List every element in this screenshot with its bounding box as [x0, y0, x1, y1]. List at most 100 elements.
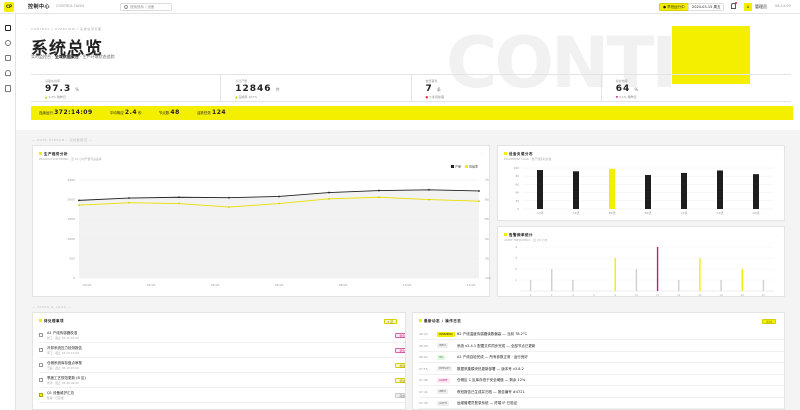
task-item[interactable]: 仓储系统库存盘点审核 王磊 · 截止 03-15 15:00 普通 — [39, 360, 405, 373]
log-text: 系统 v2.4.1 配置文件同步完成 — 全部节点已更新 — [457, 343, 536, 348]
stat-label: 告警事件 — [425, 79, 438, 83]
section-label-stream: — DATA STREAM · 实时数据流 — — [32, 138, 93, 142]
tasks-card: 待处理事项 5 项 A1 产线传感器校准 张工 · 截止 03-15 10:00 紧… — [32, 312, 406, 410]
user-name[interactable]: 管理员 — [755, 4, 767, 10]
task-meta: 王磊 · 截止 03-15 15:00 — [47, 366, 79, 370]
task-item[interactable]: A1 产线传感器校准 张工 · 截止 03-15 10:00 紧急 — [39, 330, 405, 343]
log-text: 数据采集模块热更新部署 — 版本号 v3.8.2 — [457, 366, 524, 371]
document-icon[interactable] — [5, 85, 11, 92]
task-item[interactable]: 冷却系统压力检测报告 李工 · 截止 03-15 12:00 紧急 — [39, 345, 405, 358]
avatar[interactable]: A — [744, 3, 752, 11]
card-title: 最新动态 / 操作日志 — [419, 319, 461, 324]
y-tick-label: 80 — [515, 174, 519, 178]
log-entry[interactable]: 08:02 OK A1 产线自检完成 — 所有参数正常 · 运行良好 — [419, 352, 784, 363]
data-point — [178, 196, 180, 199]
log-text: A1 产线自检完成 — 所有参数正常 · 运行良好 — [457, 355, 528, 359]
task-checkbox[interactable] — [39, 393, 43, 397]
spike-bar — [678, 280, 680, 291]
task-meta: 陈静 · 已完成 — [47, 396, 64, 400]
x-tick-label: D1线 — [753, 211, 760, 215]
y-tick-label: 3 — [515, 256, 517, 260]
x-tick-label: 6 — [593, 293, 595, 297]
x-tick-label: 4 — [572, 293, 574, 297]
shift-status-chip[interactable]: ● 早班运行中 — [659, 3, 689, 11]
y-tick-label: 2500 — [67, 178, 75, 182]
y-tick-label: 20 — [515, 199, 519, 203]
log-level-tag: AUTH — [437, 400, 449, 406]
log-time: 07:55 — [419, 366, 428, 371]
stat-card[interactable]: 综合效率 64 % ▼ 2.1% 较昨日 — [602, 75, 791, 101]
log-level-tag: INFO — [437, 389, 448, 394]
equipment-load-card: 设备负载分布 EQUIPMENT LOAD · 各产线实时负载 ··· 0 20 4… — [497, 145, 785, 221]
data-point — [478, 190, 480, 192]
log-text: 夜班报告已生成并归档 — 报告编号 #4721 — [457, 389, 525, 394]
data-point — [428, 198, 430, 201]
stat-card[interactable]: 告警事件 7 条 ● 3 条待处理 — [412, 75, 602, 101]
log-entry[interactable]: 07:30 AUTH 运维管理员登录系统 — 终端 IP 已验证 — [419, 398, 784, 409]
activity-icon[interactable] — [5, 40, 11, 46]
stats-row: 设备在线率 97.3 % ▲ 1.2% 较昨日 今日产量 12846 件 ▲ 完… — [31, 74, 791, 102]
y2-tick-label: 95 — [485, 256, 489, 260]
log-time: 07:30 — [419, 401, 428, 405]
dashboard-icon[interactable] — [5, 25, 11, 31]
data-point — [278, 202, 280, 205]
y-tick-label: 1500 — [67, 217, 75, 221]
stat-label: 今日产量 — [235, 79, 248, 83]
data-point — [78, 199, 80, 202]
x-tick-label: 20 — [741, 293, 745, 297]
x-tick-label: 04:00 — [211, 283, 220, 287]
x-tick-label: 22 — [762, 293, 766, 297]
log-entry[interactable]: 08:09 INFO 系统 v2.4.1 配置文件同步完成 — 全部节点已更新 — [419, 341, 784, 352]
summary-tasks: 活跃任务 124 — [196, 109, 227, 116]
spike-bar — [614, 258, 616, 291]
spike-bar — [762, 280, 765, 291]
x-tick-label: C2线 — [717, 211, 724, 215]
summary-strip: 连续运行 372:14:09 平均响应 2.4 秒 节点数 48 活跃任务 12… — [31, 106, 793, 120]
log-time: 08:02 — [419, 355, 428, 359]
log-entry[interactable]: 07:48 ALERT 仓储区 C 区库存低于安全阈值 — 剩余 12% — [419, 375, 784, 386]
y-tick-label: 1000 — [67, 237, 75, 241]
bar-chart: 0 20 40 60 80 100 A1线 A2线 B1线 B2线 C1线 C2线 D1线 — [514, 166, 774, 215]
hero-panel: CONTI CONTROL / OVERVIEW / 系统总览页面 系统总览 实… — [16, 14, 800, 130]
y2-tick-label: 75 — [485, 178, 489, 182]
task-checkbox[interactable] — [39, 378, 43, 382]
x-tick-label: 02:00 — [147, 283, 156, 287]
log-entry[interactable]: 08:14 WARNING B2 产线温度传感器读数偏高 — 当前 78.2°C — [419, 329, 784, 340]
x-tick-label: 0 — [530, 293, 532, 297]
data-point — [328, 197, 330, 200]
log-entry[interactable]: 07:41 INFO 夜班报告已生成并归档 — 报告编号 #4721 — [419, 387, 784, 398]
search-placeholder: 搜索指标 / 设备 — [130, 5, 155, 9]
data-point — [328, 191, 330, 194]
task-item[interactable]: 季度工艺规范更新 (B 区) 刘洋 · 截止 03-16 09:00 普通 — [39, 375, 405, 388]
spike-bar — [720, 280, 722, 291]
date-chip[interactable]: 2024-03-15 周五 — [688, 3, 725, 11]
app-logo[interactable]: CP — [4, 2, 14, 12]
data-point — [128, 201, 130, 204]
task-checkbox[interactable] — [39, 333, 43, 337]
x-tick-label: 08:00 — [339, 283, 348, 287]
log-text: 仓储区 C 区库存低于安全阈值 — 剩余 12% — [457, 378, 526, 382]
task-priority-tag: 普通 — [395, 378, 405, 383]
stat-card[interactable]: 设备在线率 97.3 % ▲ 1.2% 较昨日 — [31, 75, 222, 101]
log-entry[interactable]: 07:55 DEPLOY 数据采集模块热更新部署 — 版本号 v3.8.2 — [419, 364, 784, 375]
top-bar: CP 控制中心 CONTROL DASH 搜索指标 / 设备 ● 早班运行中 2… — [0, 0, 800, 14]
x-tick-label: A2线 — [573, 211, 580, 215]
x-tick-label: 06:00 — [275, 283, 284, 287]
y2-tick-label: 80 — [485, 198, 489, 202]
task-checkbox[interactable] — [39, 363, 43, 367]
search-input[interactable]: 搜索指标 / 设备 — [120, 3, 172, 11]
sidebar — [0, 14, 16, 410]
data-point — [178, 202, 180, 205]
x-tick-label: B2线 — [645, 211, 652, 215]
x-tick-label: 14 — [677, 293, 681, 297]
task-meta: 刘洋 · 截止 03-16 09:00 — [47, 381, 79, 385]
stat-value: 97.3 % — [45, 84, 81, 94]
x-tick-label: 8 — [614, 293, 616, 297]
bar — [573, 171, 579, 209]
log-time: 08:14 — [419, 332, 428, 336]
users-icon[interactable] — [5, 70, 11, 76]
task-item[interactable]: Q1 设备维护汇总 陈静 · 已完成 完成 — [39, 390, 405, 403]
task-checkbox[interactable] — [39, 348, 43, 352]
folder-icon[interactable] — [5, 55, 11, 61]
stat-card[interactable]: 今日产量 12846 件 ▲ 完成率 107% — [221, 75, 412, 101]
